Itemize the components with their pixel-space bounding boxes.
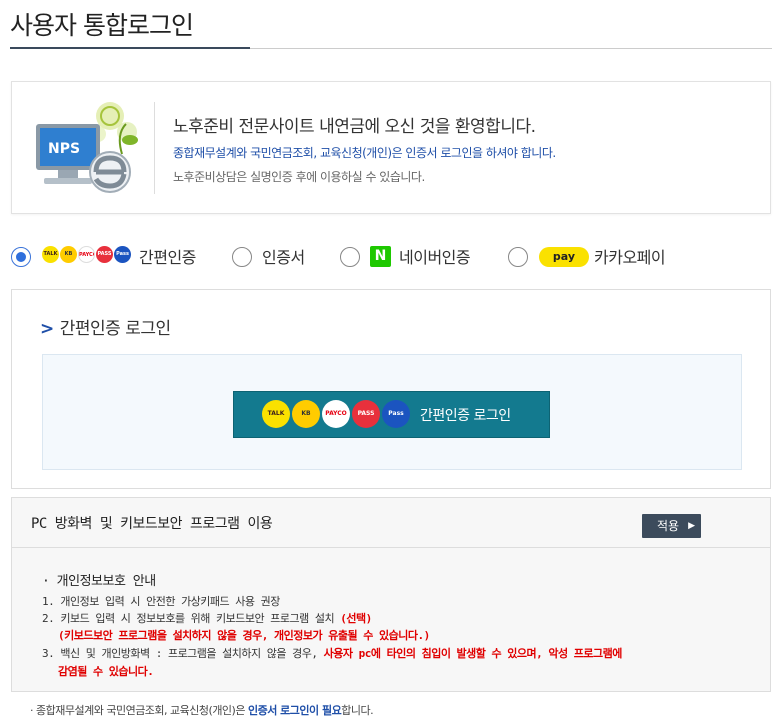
privacy-item-text: 개인정보 입력 시 안전한 가상키패드 사용 권장 [60, 595, 280, 608]
simple-login-heading-text: 간편인증 로그인 [59, 319, 171, 339]
privacy-item-num: 3. [42, 647, 55, 660]
apply-button[interactable]: 적용 ▶ [642, 514, 701, 538]
welcome-cert-notice: 종합재무설계와 국민연금조회, 교육신청(개인)은 인증서 로그인을 하셔야 합… [173, 146, 556, 160]
privacy-item-warning: 사용자 pc에 타인의 침입이 발생할 수 있으며, 악성 프로그램에 [323, 647, 623, 660]
simple-login-area: TALK KB PAYCO PASS Pass 간편인증 로그인 [42, 354, 742, 470]
kb-mini-icon: KB [60, 246, 77, 263]
privacy-item-text: 백신 및 개인방화벽 : 프로그램을 설치하지 않을 경우, [60, 647, 324, 660]
radio-label-naver[interactable]: 네이버인증 [399, 244, 471, 268]
privacy-item-num: 2. [42, 612, 55, 625]
privacy-item-warning-line: (키보드보안 프로그램을 설치하지 않을 경우, 개인정보가 유출될 수 있습니… [58, 629, 430, 642]
footnote-prefix: · 종합재무설계와 국민연금조회, 교육신청(개인)은 [30, 704, 248, 717]
radio-label-kakaopay[interactable]: 카카오페이 [594, 244, 666, 268]
arrow-right-icon: ▶ [688, 521, 695, 531]
privacy-item-num: 1. [42, 595, 55, 608]
footnote-highlight: 인증서 로그인이 필요 [247, 704, 342, 717]
kb-icon: KB [292, 400, 320, 428]
kakaotalk-mini-icon: TALK [42, 246, 59, 263]
privacy-title: · 개인정보보호 안내 [42, 574, 156, 589]
footnote: · 종합재무설계와 국민연금조회, 교육신청(개인)은 인증서 로그인이 필요합… [30, 702, 374, 718]
welcome-box: NPS 노후준비 전문사이트 내연금에 오신 것을 환영합니다. 종합재무설계와… [11, 81, 771, 214]
privacy-item-warning-line: 감염될 수 있습니다. [58, 665, 154, 678]
simple-login-heading: > 간편인증 로그인 [40, 314, 171, 339]
radio-certificate[interactable] [232, 247, 252, 267]
privacy-item: 3. 백신 및 개인방화벽 : 프로그램을 설치하지 않을 경우, 사용자 pc… [42, 645, 622, 661]
radio-label-simple-auth[interactable]: 간편인증 [139, 244, 196, 268]
page-title: 사용자 통합로그인 [10, 11, 194, 40]
simple-login-button-label: 간편인증 로그인 [420, 408, 511, 424]
apply-button-label: 적용 [657, 519, 680, 533]
radio-naver[interactable] [340, 247, 360, 267]
login-method-selector: TALK KB PAYCO PASS Pass 간편인증 인증서 N 네이버인증… [0, 236, 781, 276]
security-header: PC 방화벽 및 키보드보안 프로그램 이용 적용 ▶ [12, 498, 770, 548]
security-panel: PC 방화벽 및 키보드보안 프로그램 이용 적용 ▶ · 개인정보보호 안내 … [11, 497, 771, 692]
radio-kakaopay[interactable] [508, 247, 528, 267]
simple-login-button[interactable]: TALK KB PAYCO PASS Pass 간편인증 로그인 [233, 391, 550, 438]
footnote-suffix: 합니다. [341, 704, 374, 717]
kakaopay-icon: pay [539, 247, 589, 267]
pass-mini-icon: PASS [96, 246, 113, 263]
naver-n-icon: N [370, 246, 391, 267]
samsung-pass-mini-icon: Pass [114, 246, 131, 263]
radio-simple-auth[interactable] [11, 247, 31, 267]
welcome-title: 노후준비 전문사이트 내연금에 오신 것을 환영합니다. [173, 117, 536, 137]
title-divider-accent [10, 47, 250, 49]
privacy-item-text: 키보드 입력 시 정보보호를 위해 키보드보안 프로그램 설치 [60, 612, 341, 625]
payco-icon: PAYCO [322, 400, 350, 428]
pass-icon: PASS [352, 400, 380, 428]
welcome-divider [154, 102, 155, 194]
privacy-item: 2. 키보드 입력 시 정보보호를 위해 키보드보안 프로그램 설치 (선택) [42, 610, 372, 626]
privacy-item-warning: (선택) [340, 612, 372, 625]
privacy-item: 1. 개인정보 입력 시 안전한 가상키패드 사용 권장 [42, 593, 280, 609]
nps-logo: NPS [36, 102, 138, 193]
kakaotalk-icon: TALK [262, 400, 290, 428]
chevron-right-icon: > [40, 319, 54, 339]
security-title: PC 방화벽 및 키보드보안 프로그램 이용 [31, 516, 273, 532]
payco-mini-icon: PAYCO [78, 246, 95, 263]
radio-label-certificate[interactable]: 인증서 [262, 244, 305, 268]
nps-logo-text: NPS [48, 141, 80, 157]
samsung-pass-icon: Pass [382, 400, 410, 428]
simple-login-panel: > 간편인증 로그인 TALK KB PAYCO PASS Pass 간편인증 로… [11, 289, 771, 489]
welcome-consult-notice: 노후준비상담은 실명인증 후에 이용하실 수 있습니다. [173, 170, 425, 184]
